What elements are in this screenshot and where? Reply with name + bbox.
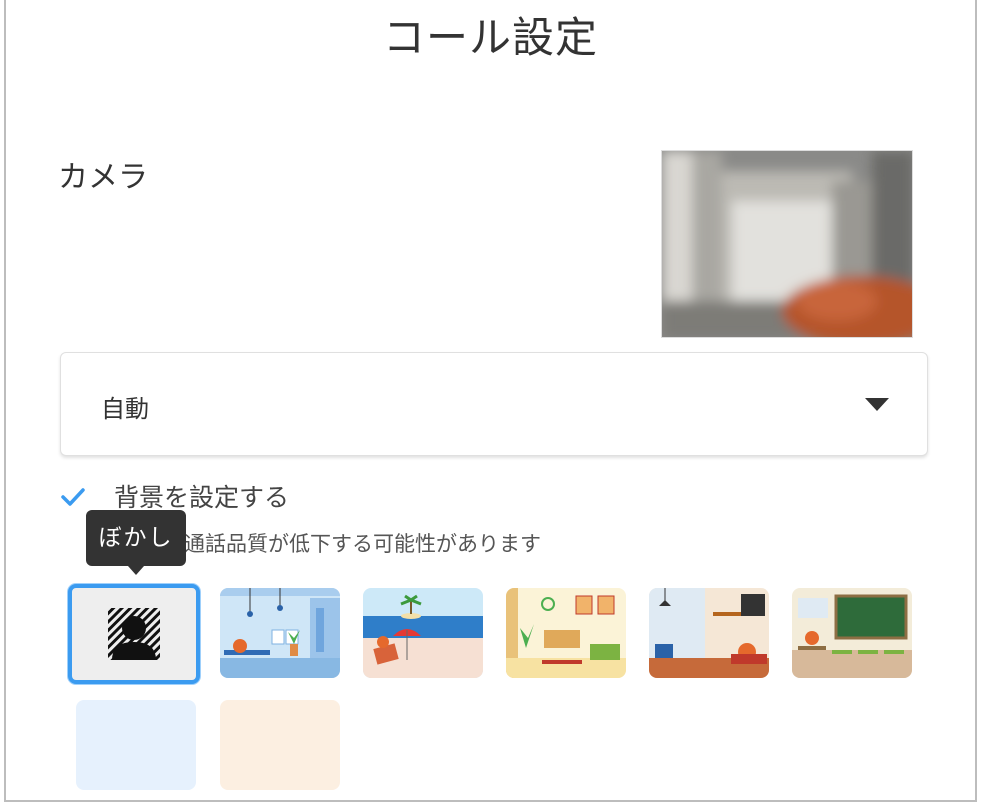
checkmark-icon [61,488,85,506]
background-option-cafe[interactable] [649,588,769,678]
background-checkbox[interactable] [60,484,86,510]
caret-down-icon [865,398,889,411]
camera-select[interactable]: 自動 [60,352,928,456]
background-option-beach[interactable] [363,588,483,678]
quality-warning: 通話品質が低下する可能性があります [184,532,541,556]
background-option-living-room[interactable] [506,588,626,678]
background-option-blur[interactable] [68,584,200,684]
background-option-classroom[interactable] [792,588,912,678]
dialog-title: コール設定 [382,13,598,62]
blur-tooltip: ぼかし [86,510,186,575]
camera-select-value: 自動 [101,395,149,423]
call-settings-dialog: コール設定 カメラ 自動 背景を設定する 通話品質が低下する可能性があります ぼ… [4,0,977,802]
background-option-light-blue[interactable] [76,700,196,790]
camera-label: カメラ [58,160,148,195]
background-option-light-peach[interactable] [220,700,340,790]
background-option-office[interactable] [220,588,340,678]
blur-person-icon [108,608,160,660]
camera-preview [661,150,913,338]
background-checkbox-label: 背景を設定する [114,483,290,512]
